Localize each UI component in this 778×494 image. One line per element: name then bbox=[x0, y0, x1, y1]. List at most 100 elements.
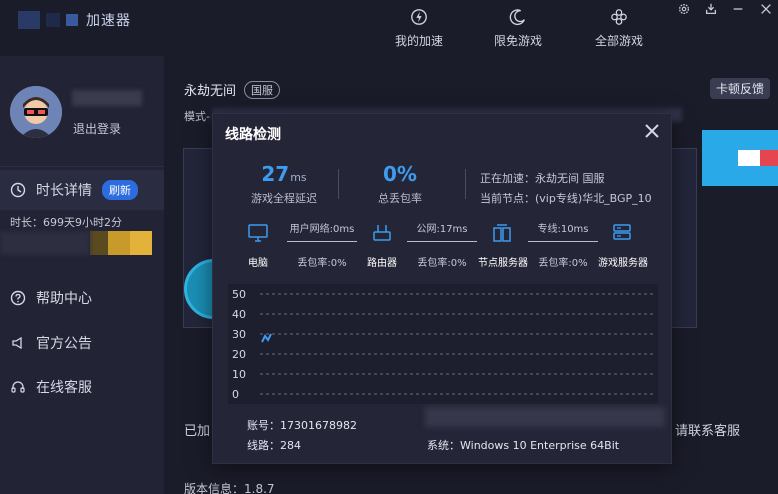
packet-loss-stat: 0% 总丢包率 bbox=[363, 162, 437, 206]
monitor-icon bbox=[248, 224, 268, 242]
link-latency: 用户网络:0ms bbox=[289, 224, 355, 235]
node-label: 节点服务器 bbox=[478, 258, 528, 269]
server-tag: 国服 bbox=[244, 80, 281, 99]
logo-mark-accent bbox=[66, 14, 78, 26]
nav-label: 我的加速 bbox=[395, 34, 444, 48]
notice-right: 请联系客服 bbox=[674, 424, 740, 439]
lightning-icon bbox=[411, 9, 427, 25]
stat-divider bbox=[338, 169, 339, 199]
link-line bbox=[528, 241, 598, 242]
accelerating-game: 正在加速：永劫无间 国服 bbox=[480, 172, 605, 185]
link-latency: 专线:10ms bbox=[537, 224, 589, 235]
minimize-to-tray-button[interactable] bbox=[701, 0, 721, 18]
sidebar-item-label: 在线客服 bbox=[36, 380, 92, 396]
link-loss: 丢包率:0% bbox=[417, 258, 467, 269]
user-avatar-icon bbox=[10, 86, 62, 138]
dialog-close-button[interactable] bbox=[643, 122, 661, 140]
masked-block bbox=[90, 231, 108, 255]
megaphone-icon bbox=[12, 336, 22, 350]
y-tick-label: 40 bbox=[232, 308, 246, 321]
close-icon bbox=[761, 4, 771, 14]
game-name: 永劫无间 bbox=[184, 84, 237, 99]
link-loss: 丢包率:0% bbox=[297, 258, 347, 269]
node-computer: 电脑 bbox=[234, 222, 282, 269]
close-window-button[interactable] bbox=[756, 0, 776, 18]
logo-mark-secondary bbox=[46, 13, 60, 27]
route-check-dialog: 线路检测 27ms 游戏全程延迟 0% 总丢包率 正在加速：永劫无间 国服 当前… bbox=[212, 113, 672, 464]
sidebar-item-notice[interactable]: 官方公告 bbox=[0, 323, 164, 363]
sidebar-divider bbox=[0, 166, 164, 167]
gear-icon bbox=[678, 3, 690, 15]
logout-link[interactable]: 退出登录 bbox=[73, 120, 121, 137]
sidebar: 退出登录 时长详情 刷新 时长：699天9小时2分 帮助中心 官方公告 在线客服 bbox=[0, 56, 164, 494]
refresh-badge[interactable]: 刷新 bbox=[102, 180, 138, 200]
clock-icon bbox=[10, 182, 26, 198]
latency-value: 27 bbox=[261, 162, 290, 186]
game-server-icon bbox=[613, 224, 631, 240]
route-info: 线路：284 bbox=[247, 439, 301, 452]
promo-block bbox=[738, 150, 760, 166]
y-tick-label: 30 bbox=[232, 328, 246, 341]
link-latency: 公网:17ms bbox=[416, 224, 468, 235]
node-game-server: 游戏服务器 bbox=[598, 222, 648, 269]
sidebar-item-help[interactable]: 帮助中心 bbox=[0, 278, 164, 318]
latency-series-line bbox=[261, 333, 272, 343]
nav-all-games[interactable]: 全部游戏 bbox=[595, 8, 643, 49]
flower-icon bbox=[611, 9, 627, 25]
account-info: 账号：17301678982 bbox=[247, 419, 357, 432]
link-dedicated-line: 专线:10ms 丢包率:0% bbox=[528, 220, 598, 269]
nav-label: 限免游戏 bbox=[494, 34, 543, 48]
duration-value: 时长：699天9小时2分 bbox=[10, 216, 122, 229]
settings-button[interactable] bbox=[674, 0, 694, 18]
sidebar-item-duration[interactable]: 时长详情 刷新 bbox=[0, 170, 164, 210]
y-tick-label: 50 bbox=[232, 288, 246, 301]
nav-my-acceleration[interactable]: 我的加速 bbox=[395, 8, 443, 49]
notice-left: 已加 bbox=[184, 424, 211, 439]
y-tick-label: 10 bbox=[232, 368, 246, 381]
acceleration-info: 正在加速：永劫无间 国服 当前节点：(vip专线)华北_BGP_10 bbox=[480, 169, 652, 209]
latency-stat: 27ms 游戏全程延迟 bbox=[249, 162, 319, 206]
masked-block bbox=[108, 231, 130, 255]
dialog-title: 线路检测 bbox=[225, 127, 281, 143]
y-tick-label: 20 bbox=[232, 348, 246, 361]
version-info: 版本信息：1.8.7 bbox=[184, 482, 275, 494]
latency-chart-svg: 50 40 30 20 10 0 bbox=[232, 288, 653, 401]
promo-art bbox=[702, 130, 778, 186]
avatar[interactable] bbox=[10, 86, 62, 138]
current-node: 当前节点：(vip专线)华北_BGP_10 bbox=[480, 192, 652, 205]
masked-block bbox=[130, 231, 152, 255]
link-loss: 丢包率:0% bbox=[538, 258, 588, 269]
packet-loss-label: 总丢包率 bbox=[378, 192, 422, 205]
node-relay-server: 节点服务器 bbox=[478, 222, 528, 269]
node-label: 路由器 bbox=[367, 258, 397, 269]
minimize-button[interactable] bbox=[728, 0, 748, 18]
stat-divider bbox=[465, 169, 466, 199]
y-tick-label: 0 bbox=[232, 388, 239, 401]
router-icon bbox=[373, 225, 391, 241]
masked-info bbox=[425, 407, 665, 427]
logo-mark bbox=[18, 11, 40, 29]
system-info: 系统：Windows 10 Enterprise 64Bit bbox=[427, 439, 620, 452]
latency-chart: 50 40 30 20 10 0 bbox=[228, 284, 658, 404]
node-label: 电脑 bbox=[248, 258, 268, 269]
server-node-icon bbox=[493, 224, 511, 242]
tray-icon bbox=[705, 3, 717, 15]
game-title: 永劫无间 国服 bbox=[184, 80, 281, 99]
sidebar-item-service[interactable]: 在线客服 bbox=[0, 367, 164, 407]
stuck-feedback-button[interactable]: 卡顿反馈 bbox=[709, 78, 770, 99]
masked-block bbox=[0, 231, 90, 255]
masked-banner bbox=[0, 231, 152, 255]
mode-line: 模式- bbox=[184, 110, 210, 123]
sidebar-item-label: 官方公告 bbox=[36, 336, 92, 352]
help-icon bbox=[10, 290, 26, 306]
app-window: 加速器 我的加速 限免游戏 全部游戏 退出登录 时长详情 刷新 时长：699天9… bbox=[0, 0, 778, 494]
sidebar-item-label: 时长详情 bbox=[36, 183, 92, 199]
link-user-network: 用户网络:0ms 丢包率:0% bbox=[287, 220, 357, 269]
nav-label: 全部游戏 bbox=[595, 34, 644, 48]
latency-unit: ms bbox=[290, 171, 307, 184]
link-line bbox=[407, 241, 477, 242]
moon-icon bbox=[509, 9, 525, 26]
link-public-network: 公网:17ms 丢包率:0% bbox=[407, 220, 477, 269]
nav-free-games[interactable]: 限免游戏 bbox=[494, 8, 542, 49]
node-router: 路由器 bbox=[358, 222, 406, 269]
